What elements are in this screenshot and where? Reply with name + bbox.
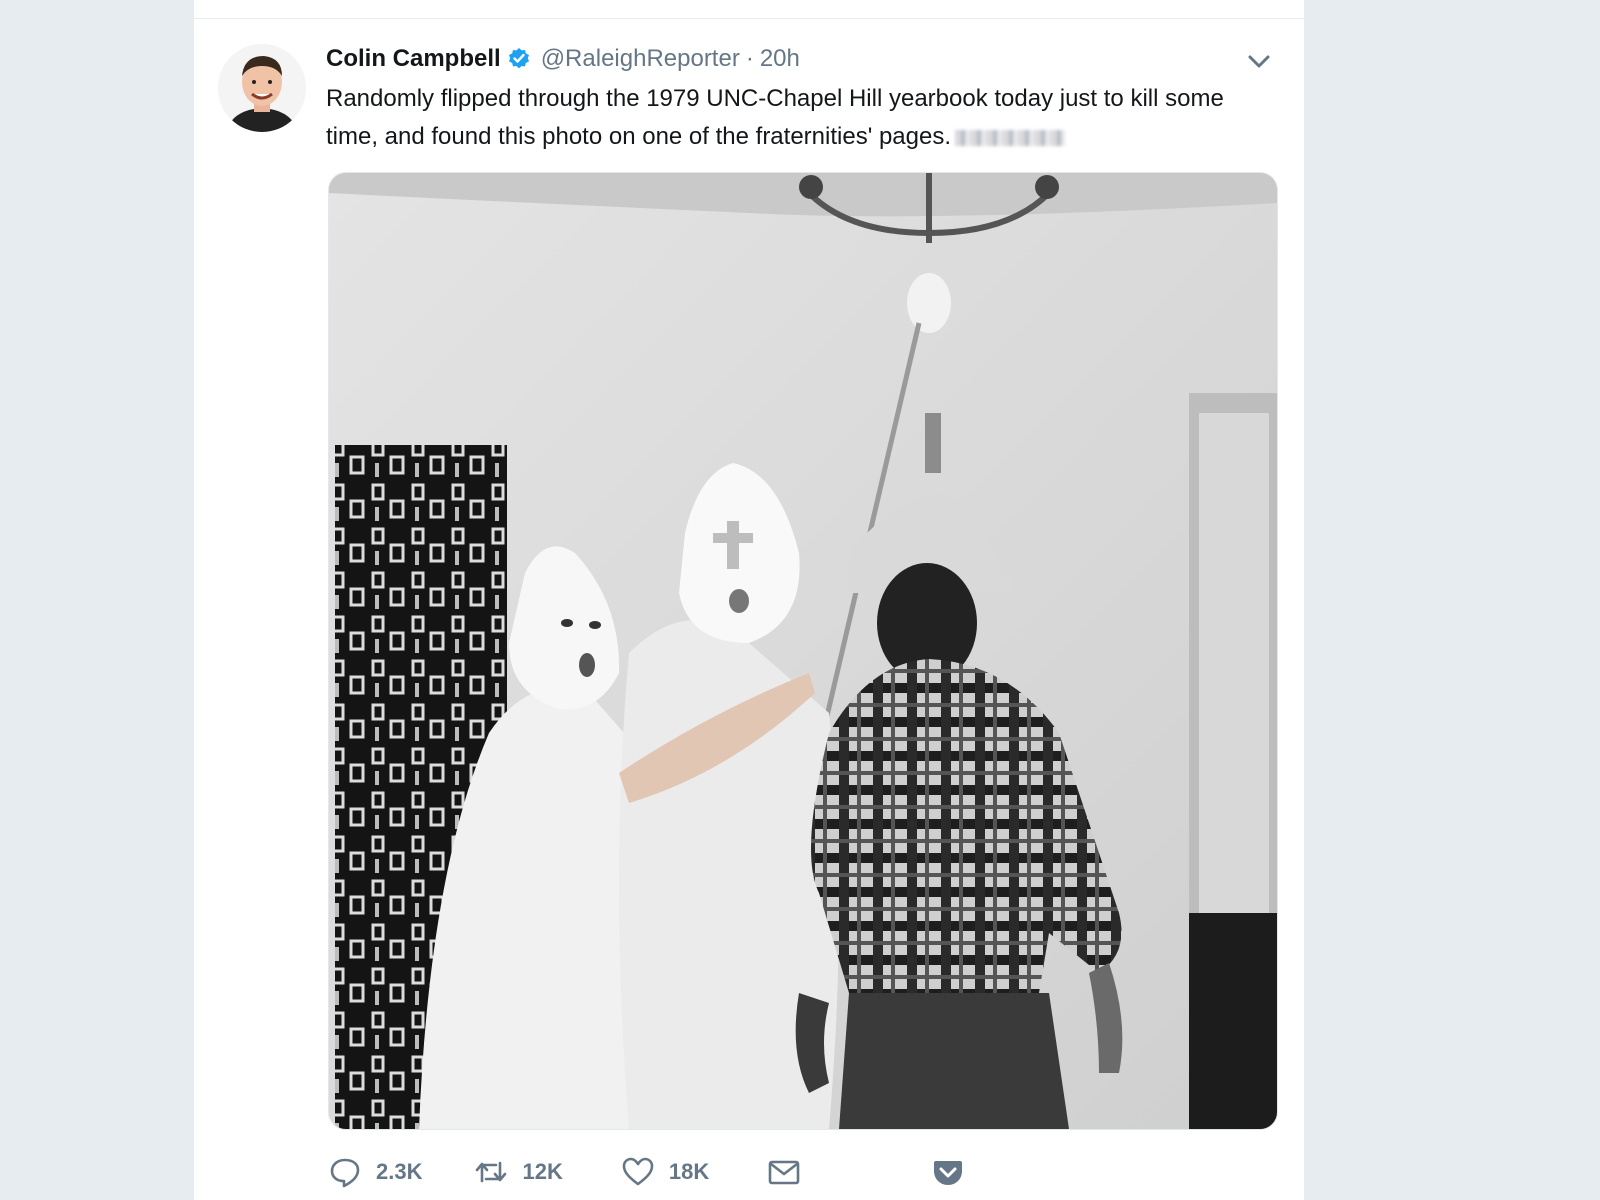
pocket-icon (934, 1161, 963, 1185)
pocket-button[interactable] (931, 1155, 965, 1189)
tweet-card: Colin Campbell @RaleighReporter · 20h Ra… (194, 0, 1304, 1200)
like-button[interactable]: 18K (621, 1155, 709, 1189)
envelope-icon (768, 1160, 800, 1185)
tweet-text: Randomly flipped through the 1979 UNC-Ch… (326, 80, 1266, 156)
timestamp[interactable]: 20h (760, 45, 800, 73)
tweet-header: Colin Campbell @RaleighReporter · 20h (326, 42, 1266, 76)
reply-button[interactable]: 2.3K (328, 1155, 422, 1189)
separator-dot: · (745, 45, 754, 72)
retweet-button[interactable]: 12K (474, 1155, 563, 1189)
verified-badge-icon (507, 47, 531, 71)
direct-message-button[interactable] (767, 1155, 801, 1189)
tweet-text-body: Randomly flipped through the 1979 UNC-Ch… (326, 85, 1224, 150)
divider (194, 18, 1304, 19)
avatar[interactable] (218, 44, 306, 132)
display-name[interactable]: Colin Campbell (326, 45, 501, 73)
heart-icon (622, 1157, 654, 1186)
user-handle[interactable]: @RaleighReporter (541, 45, 740, 73)
tweet-actions: 2.3K 12K 18K (328, 1152, 965, 1192)
retweet-count: 12K (522, 1159, 563, 1184)
redacted-link (955, 129, 1065, 146)
tweet-photo[interactable] (328, 172, 1278, 1130)
like-count: 18K (668, 1159, 710, 1184)
retweet-icon (476, 1161, 507, 1183)
reply-count: 2.3K (376, 1159, 423, 1184)
reply-icon (330, 1158, 360, 1188)
chevron-down-icon[interactable] (1244, 46, 1274, 76)
